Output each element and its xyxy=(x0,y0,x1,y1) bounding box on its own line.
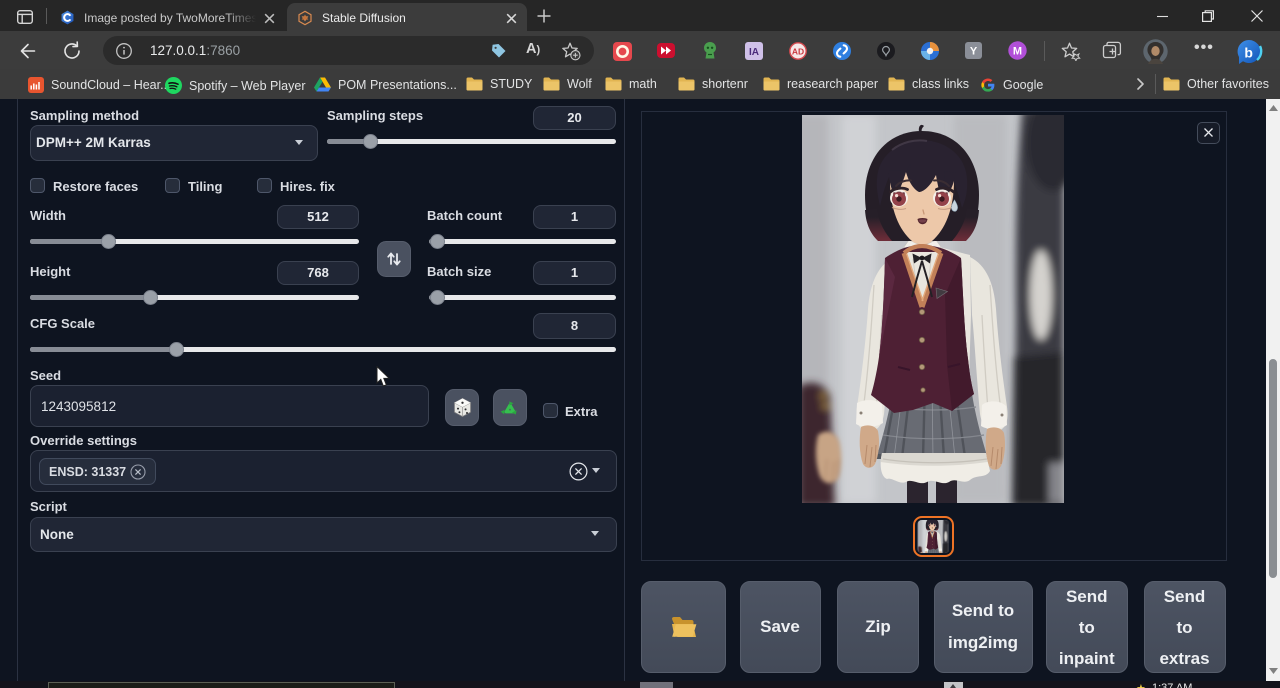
svg-text:M: M xyxy=(1013,46,1022,58)
svg-text:b: b xyxy=(1244,44,1253,60)
svg-text:Y: Y xyxy=(970,46,978,58)
svg-text:AD: AD xyxy=(792,46,804,56)
svg-text:IA: IA xyxy=(749,47,759,58)
